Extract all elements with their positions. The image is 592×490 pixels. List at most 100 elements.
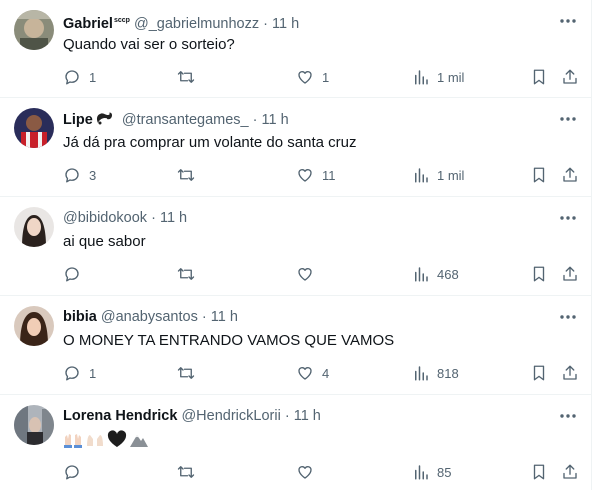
share-button[interactable] (561, 263, 579, 285)
timestamp[interactable]: 11 h (272, 16, 299, 32)
separator-dot: · (252, 112, 258, 128)
retweet-icon (176, 265, 196, 283)
bookmark-button[interactable] (531, 461, 547, 483)
like-button[interactable]: 4 (296, 362, 329, 384)
retweet-button[interactable] (176, 362, 204, 384)
user-handle[interactable]: @HendrickLorii (181, 408, 280, 424)
avatar[interactable] (14, 10, 54, 50)
like-count: 1 (322, 69, 330, 85)
views-count: 1 mil (437, 69, 465, 85)
avatar[interactable] (14, 405, 54, 445)
user-handle[interactable]: @anabysantos (101, 309, 198, 325)
views-count: 468 (437, 266, 459, 282)
tweet-header: Gabrielsccp @_gabrielmunhozz · 11 h (63, 12, 299, 33)
share-icon (561, 166, 579, 184)
views-button[interactable]: 818 (413, 362, 459, 384)
display-name[interactable]: Lorena Hendrick (63, 408, 177, 424)
tweet-actions: 1 1 1 mil (63, 66, 583, 88)
views-count: 1 mil (437, 167, 465, 183)
raised-hands-emoji-icon (63, 430, 83, 454)
share-button[interactable] (561, 66, 579, 88)
views-icon (413, 463, 429, 481)
tweet[interactable]: Lipe @transantegames_ · 11 h Já dá pra c… (0, 98, 592, 197)
views-icon (413, 166, 429, 184)
more-icon[interactable] (558, 308, 578, 326)
tweet[interactable]: @bibidokook · 11 h ai que sabor 468 (0, 197, 592, 296)
more-icon[interactable] (558, 407, 578, 425)
views-icon (413, 364, 429, 382)
skunk-emoji-icon (96, 110, 114, 131)
user-handle[interactable]: @bibidokook (63, 210, 147, 226)
views-button[interactable]: 1 mil (413, 66, 464, 88)
share-button[interactable] (561, 164, 579, 186)
retweet-button[interactable] (176, 66, 204, 88)
reply-button[interactable]: 1 (63, 66, 96, 88)
tweet-text: Quando vai ser o sorteio? (63, 36, 235, 53)
heart-icon (296, 364, 314, 382)
like-button[interactable]: 1 (296, 66, 329, 88)
avatar[interactable] (14, 306, 54, 346)
separator-dot: · (201, 309, 207, 325)
retweet-icon (176, 166, 196, 184)
like-button[interactable] (296, 263, 322, 285)
reply-button[interactable]: 1 (63, 362, 96, 384)
views-button[interactable]: 468 (413, 263, 459, 285)
like-count: 4 (322, 365, 330, 381)
like-button[interactable]: 11 (296, 164, 336, 186)
views-icon (413, 265, 429, 283)
tweet[interactable]: bibia @anabysantos · 11 h O MONEY TA ENT… (0, 296, 592, 395)
bookmark-button[interactable] (531, 66, 547, 88)
timestamp[interactable]: 11 h (160, 210, 187, 226)
reply-button[interactable] (63, 461, 89, 483)
tweet-actions: 85 (63, 461, 583, 483)
like-button[interactable] (296, 461, 322, 483)
views-button[interactable]: 1 mil (413, 164, 464, 186)
timestamp[interactable]: 11 h (294, 408, 321, 424)
retweet-button[interactable] (176, 461, 204, 483)
retweet-button[interactable] (176, 164, 204, 186)
retweet-icon (176, 364, 196, 382)
bookmark-button[interactable] (531, 263, 547, 285)
retweet-icon (176, 463, 196, 481)
views-button[interactable]: 85 (413, 461, 451, 483)
reply-button[interactable]: 3 (63, 164, 96, 186)
tweet[interactable]: Gabrielsccp @_gabrielmunhozz · 11 h Quan… (0, 0, 592, 98)
more-icon[interactable] (558, 12, 578, 30)
name-badge: sccp (113, 17, 130, 24)
tweet-header: Lorena Hendrick @HendrickLorii · 11 h (63, 407, 321, 425)
mountain-emoji-icon (129, 430, 149, 454)
separator-dot: · (263, 15, 268, 32)
tweet-header: Lipe @transantegames_ · 11 h (63, 110, 289, 131)
separator-dot: · (284, 408, 290, 424)
share-button[interactable] (561, 362, 579, 384)
share-icon (561, 68, 579, 86)
share-icon (561, 265, 579, 283)
tweet[interactable]: Lorena Hendrick @HendrickLorii · 11 h 85 (0, 395, 592, 490)
tweet-header: bibia @anabysantos · 11 h (63, 308, 238, 326)
bookmark-button[interactable] (531, 164, 547, 186)
more-icon[interactable] (558, 110, 578, 128)
timestamp[interactable]: 11 h (211, 309, 238, 325)
display-name[interactable]: Gabriel (63, 16, 113, 32)
reply-button[interactable] (63, 263, 89, 285)
timestamp[interactable]: 11 h (262, 112, 289, 128)
more-icon[interactable] (558, 209, 578, 227)
palms-up-emoji-icon (85, 430, 105, 454)
reply-count: 1 (89, 365, 97, 381)
share-button[interactable] (561, 461, 579, 483)
views-count: 818 (437, 365, 459, 381)
bookmark-icon (531, 463, 547, 481)
tweet-emojis (63, 430, 149, 454)
display-name[interactable]: bibia (63, 309, 97, 325)
user-handle[interactable]: @transantegames_ (122, 112, 249, 128)
reply-count: 3 (89, 167, 97, 183)
retweet-button[interactable] (176, 263, 204, 285)
display-name[interactable]: Lipe (63, 112, 93, 128)
bookmark-button[interactable] (531, 362, 547, 384)
avatar[interactable] (14, 207, 54, 247)
avatar[interactable] (14, 108, 54, 148)
heart-icon (296, 265, 314, 283)
tweet-text: Já dá pra comprar um volante do santa cr… (63, 134, 357, 151)
user-handle[interactable]: @_gabrielmunhozz (134, 16, 259, 32)
share-icon (561, 463, 579, 481)
